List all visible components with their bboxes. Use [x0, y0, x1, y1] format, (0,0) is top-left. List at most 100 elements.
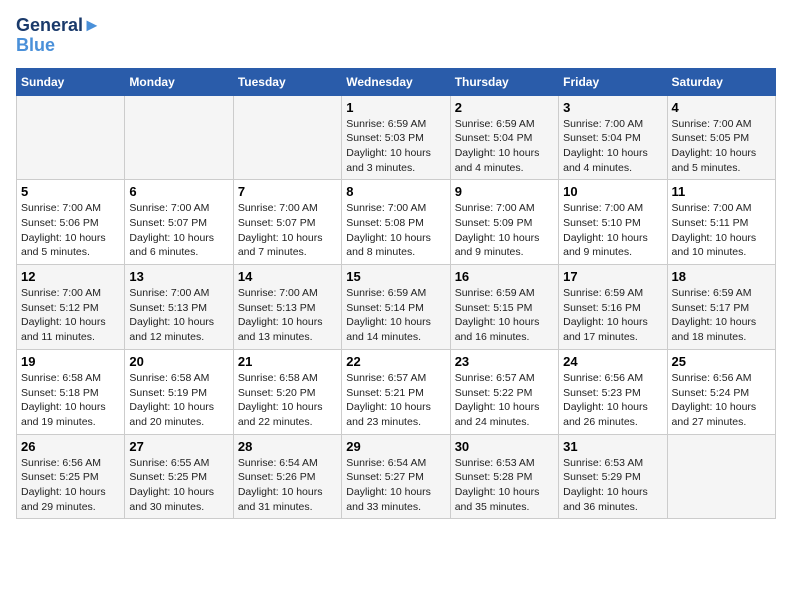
week-row-1: 1 Sunrise: 6:59 AMSunset: 5:03 PMDaylight… [17, 95, 776, 180]
calendar-cell: 30 Sunrise: 6:53 AMSunset: 5:28 PMDayligh… [450, 434, 558, 519]
day-info: Sunrise: 6:55 AMSunset: 5:25 PMDaylight:… [129, 456, 228, 515]
day-info: Sunrise: 7:00 AMSunset: 5:06 PMDaylight:… [21, 201, 120, 260]
day-number: 6 [129, 184, 228, 199]
header-cell-thursday: Thursday [450, 68, 558, 95]
day-number: 30 [455, 439, 554, 454]
calendar-cell: 28Sunrise: 6:54 AMSunset: 5:26 PMDayligh… [233, 434, 341, 519]
calendar-cell: 5Sunrise: 7:00 AMSunset: 5:06 PMDaylight… [17, 180, 125, 265]
day-info: Sunrise: 6:56 AMSunset: 5:23 PMDaylight:… [563, 371, 662, 430]
header-cell-saturday: Saturday [667, 68, 775, 95]
header-cell-wednesday: Wednesday [342, 68, 450, 95]
day-number: 25 [672, 354, 771, 369]
day-info: Sunrise: 7:00 AMSunset: 5:10 PMDaylight:… [563, 201, 662, 260]
day-number: 15 [346, 269, 445, 284]
day-info: Sunrise: 6:59 AMSunset: 5:17 PMDaylight:… [672, 286, 771, 345]
day-number: 12 [21, 269, 120, 284]
day-info: Sunrise: 7:00 AMSunset: 5:08 PMDaylight:… [346, 201, 445, 260]
day-info: Sunrise: 6:54 AMSunset: 5:27 PMDaylight:… [346, 456, 445, 515]
header-cell-monday: Monday [125, 68, 233, 95]
calendar-cell [17, 95, 125, 180]
week-row-3: 12 Sunrise: 7:00 AMSunset: 5:12 PMDayligh… [17, 265, 776, 350]
calendar-table: SundayMondayTuesdayWednesdayThursdayFrid… [16, 68, 776, 520]
page-header: General► Blue [16, 16, 776, 56]
calendar-cell: 25 Sunrise: 6:56 AMSunset: 5:24 PMDayligh… [667, 349, 775, 434]
calendar-cell: 13 Sunrise: 7:00 AMSunset: 5:13 PMDayligh… [125, 265, 233, 350]
day-info: Sunrise: 7:00 AMSunset: 5:13 PMDaylight:… [238, 286, 337, 345]
calendar-cell: 14 Sunrise: 7:00 AMSunset: 5:13 PMDayligh… [233, 265, 341, 350]
day-number: 19 [21, 354, 120, 369]
calendar-cell: 2 Sunrise: 6:59 AMSunset: 5:04 PMDaylight… [450, 95, 558, 180]
day-info: Sunrise: 7:00 AMSunset: 5:05 PMDaylight:… [672, 117, 771, 176]
day-number: 14 [238, 269, 337, 284]
header-row: SundayMondayTuesdayWednesdayThursdayFrid… [17, 68, 776, 95]
day-number: 9 [455, 184, 554, 199]
calendar-cell: 12 Sunrise: 7:00 AMSunset: 5:12 PMDayligh… [17, 265, 125, 350]
day-info: Sunrise: 7:00 AMSunset: 5:04 PMDaylight:… [563, 117, 662, 176]
calendar-cell: 8 Sunrise: 7:00 AMSunset: 5:08 PMDaylight… [342, 180, 450, 265]
calendar-cell: 27 Sunrise: 6:55 AMSunset: 5:25 PMDayligh… [125, 434, 233, 519]
calendar-cell [667, 434, 775, 519]
day-number: 3 [563, 100, 662, 115]
day-number: 10 [563, 184, 662, 199]
calendar-cell: 10 Sunrise: 7:00 AMSunset: 5:10 PMDayligh… [559, 180, 667, 265]
day-number: 20 [129, 354, 228, 369]
calendar-cell: 9 Sunrise: 7:00 AMSunset: 5:09 PMDaylight… [450, 180, 558, 265]
day-info: Sunrise: 7:00 AMSunset: 5:11 PMDaylight:… [672, 201, 771, 260]
calendar-cell: 21Sunrise: 6:58 AMSunset: 5:20 PMDayligh… [233, 349, 341, 434]
day-info: Sunrise: 6:57 AMSunset: 5:21 PMDaylight:… [346, 371, 445, 430]
day-info: Sunrise: 6:57 AMSunset: 5:22 PMDaylight:… [455, 371, 554, 430]
day-number: 2 [455, 100, 554, 115]
day-number: 16 [455, 269, 554, 284]
day-number: 26 [21, 439, 120, 454]
week-row-5: 26 Sunrise: 6:56 AMSunset: 5:25 PMDayligh… [17, 434, 776, 519]
day-info: Sunrise: 6:59 AMSunset: 5:04 PMDaylight:… [455, 117, 554, 176]
day-info: Sunrise: 6:59 AMSunset: 5:16 PMDaylight:… [563, 286, 662, 345]
day-info: Sunrise: 6:58 AMSunset: 5:19 PMDaylight:… [129, 371, 228, 430]
calendar-cell: 22Sunrise: 6:57 AMSunset: 5:21 PMDayligh… [342, 349, 450, 434]
day-info: Sunrise: 6:56 AMSunset: 5:25 PMDaylight:… [21, 456, 120, 515]
day-number: 27 [129, 439, 228, 454]
header-cell-friday: Friday [559, 68, 667, 95]
calendar-cell: 1 Sunrise: 6:59 AMSunset: 5:03 PMDaylight… [342, 95, 450, 180]
day-number: 17 [563, 269, 662, 284]
logo: General► Blue [16, 16, 101, 56]
day-number: 8 [346, 184, 445, 199]
day-info: Sunrise: 7:00 AMSunset: 5:13 PMDaylight:… [129, 286, 228, 345]
calendar-cell: 31 Sunrise: 6:53 AMSunset: 5:29 PMDayligh… [559, 434, 667, 519]
day-info: Sunrise: 6:59 AMSunset: 5:15 PMDaylight:… [455, 286, 554, 345]
calendar-cell: 29 Sunrise: 6:54 AMSunset: 5:27 PMDayligh… [342, 434, 450, 519]
header-cell-sunday: Sunday [17, 68, 125, 95]
calendar-cell: 7Sunrise: 7:00 AMSunset: 5:07 PMDaylight… [233, 180, 341, 265]
day-info: Sunrise: 6:53 AMSunset: 5:29 PMDaylight:… [563, 456, 662, 515]
day-info: Sunrise: 6:59 AMSunset: 5:03 PMDaylight:… [346, 117, 445, 176]
header-cell-tuesday: Tuesday [233, 68, 341, 95]
day-info: Sunrise: 7:00 AMSunset: 5:12 PMDaylight:… [21, 286, 120, 345]
day-number: 4 [672, 100, 771, 115]
calendar-cell: 3 Sunrise: 7:00 AMSunset: 5:04 PMDaylight… [559, 95, 667, 180]
day-number: 7 [238, 184, 337, 199]
day-number: 31 [563, 439, 662, 454]
day-info: Sunrise: 6:58 AMSunset: 5:20 PMDaylight:… [238, 371, 337, 430]
day-number: 18 [672, 269, 771, 284]
calendar-cell: 26 Sunrise: 6:56 AMSunset: 5:25 PMDayligh… [17, 434, 125, 519]
day-number: 29 [346, 439, 445, 454]
calendar-cell [233, 95, 341, 180]
week-row-4: 19 Sunrise: 6:58 AMSunset: 5:18 PMDayligh… [17, 349, 776, 434]
day-number: 1 [346, 100, 445, 115]
calendar-cell: 20 Sunrise: 6:58 AMSunset: 5:19 PMDayligh… [125, 349, 233, 434]
day-number: 23 [455, 354, 554, 369]
day-number: 13 [129, 269, 228, 284]
calendar-cell: 18 Sunrise: 6:59 AMSunset: 5:17 PMDayligh… [667, 265, 775, 350]
day-number: 28 [238, 439, 337, 454]
day-info: Sunrise: 6:56 AMSunset: 5:24 PMDaylight:… [672, 371, 771, 430]
day-number: 24 [563, 354, 662, 369]
logo-blue-text: Blue [16, 36, 101, 56]
calendar-cell: 16 Sunrise: 6:59 AMSunset: 5:15 PMDayligh… [450, 265, 558, 350]
day-info: Sunrise: 6:53 AMSunset: 5:28 PMDaylight:… [455, 456, 554, 515]
calendar-cell: 15 Sunrise: 6:59 AMSunset: 5:14 PMDayligh… [342, 265, 450, 350]
day-info: Sunrise: 6:59 AMSunset: 5:14 PMDaylight:… [346, 286, 445, 345]
day-info: Sunrise: 6:58 AMSunset: 5:18 PMDaylight:… [21, 371, 120, 430]
day-info: Sunrise: 7:00 AMSunset: 5:09 PMDaylight:… [455, 201, 554, 260]
day-info: Sunrise: 7:00 AMSunset: 5:07 PMDaylight:… [129, 201, 228, 260]
calendar-cell: 17 Sunrise: 6:59 AMSunset: 5:16 PMDayligh… [559, 265, 667, 350]
